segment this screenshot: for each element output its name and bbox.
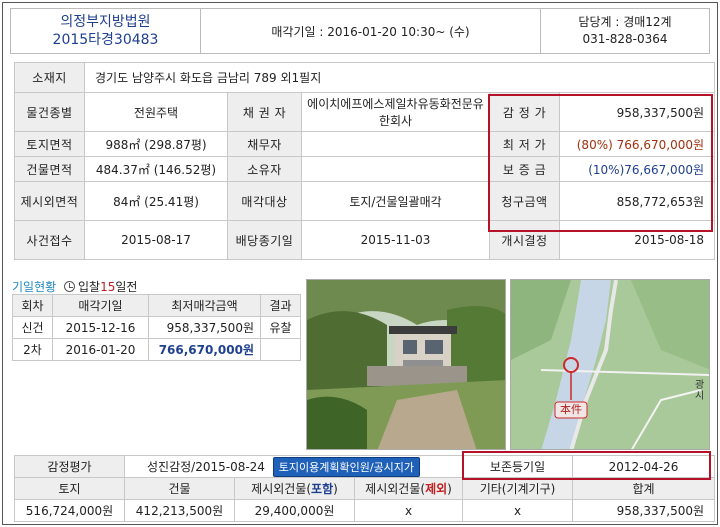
deposit-label: 보 증 금 [489,156,560,182]
value-total: 958,337,500원 [572,499,716,522]
header-land: 토지 [14,477,125,500]
history-date: 2015-12-16 [52,316,149,339]
min-price-label: 최 저 가 [489,131,560,157]
creditor-value: 에이치에프에스제일차유동화전문유한회사 [301,92,490,132]
value-building: 412,213,500원 [124,499,235,522]
appraisal-value: 958,337,500원 [558,92,716,132]
preserve-date-value: 2012-04-26 [572,455,716,478]
sale-target-value: 토지/건물일괄매각 [301,181,490,221]
min-price-percent: (80%) [576,137,613,152]
history-round: 2차 [12,338,53,361]
property-photo[interactable] [306,279,506,450]
debtor-label: 채무자 [227,131,302,157]
countdown-prefix: 입찰 [78,280,101,294]
history-round: 신건 [12,316,53,339]
history-price: 958,337,500원 [148,316,261,339]
header-extra-excluded: 제시외건물(제외) [353,477,464,500]
start-label: 개시결정 [489,220,560,260]
extra-area-label: 제시외면적 [14,181,85,221]
location-map[interactable]: 本件 광 시 [510,279,710,450]
header-building: 건물 [124,477,235,500]
history-header-round: 회차 [12,294,53,317]
extra-area-value: 84㎡ (25.41평) [84,181,228,221]
appraisal-source-cell: 성진감정/2015-08-24 토지이용계획확인원/공시지가 [123,455,464,478]
dividend-value: 2015-11-03 [301,220,490,260]
building-area-label: 건물면적 [14,156,85,182]
value-extra-included: 29,400,000원 [234,499,355,522]
court-case: 의정부지방법원 2015타경30483 [11,9,201,53]
min-price-amount: 766,670,000원 [616,137,705,152]
history-header-date: 매각기일 [52,294,149,317]
extra-included-prefix: 제시외건물( [251,482,312,496]
creditor-label: 채 권 자 [227,92,302,132]
history-heading: 기일현황 [12,280,57,294]
value-etc: x [462,499,574,522]
sale-target-label: 매각대상 [227,181,302,221]
map-side-label: 광 시 [695,380,705,402]
appraisal-label: 감 정 가 [489,92,560,132]
land-area-value: 988㎡ (298.87평) [84,131,228,157]
history-title: 기일현황 입찰15일전 [12,278,137,295]
countdown-number: 15 [100,280,116,294]
court-name: 의정부지방법원 [60,14,151,30]
appraisal-source-label: 감정평가 [14,455,125,478]
department-name: 담당계 : 경매12계 [578,15,672,29]
header-etc: 기타(기계기구) [462,477,574,500]
address-label: 소재지 [14,62,85,93]
claim-value: 858,772,653원 [558,181,716,221]
land-area-label: 토지면적 [14,131,85,157]
start-value: 2015-08-18 [558,220,716,260]
receipt-value: 2015-08-17 [84,220,228,260]
appraisal-table: 감정평가 성진감정/2015-08-24 토지이용계획확인원/공시지가 보존등기… [14,455,716,522]
header-extra-included: 제시외건물(포함) [234,477,355,500]
extra-excluded-word: 제외 [425,482,448,496]
extra-excluded-close: ) [447,482,452,496]
history-countdown: 입찰15일전 [78,280,137,294]
debtor-value [301,131,490,157]
history-date: 2016-01-20 [52,338,149,361]
value-land: 516,724,000원 [14,499,125,522]
table-row: 2차 2016-01-20 766,670,000원 [12,338,301,361]
property-details-table: 소재지 경기도 남양주시 화도읍 금남리 789 외1필지 물건종별 전원주택 … [14,62,716,260]
house-photo-image [307,280,505,449]
land-use-plan-button[interactable]: 토지이용계획확인원/공시지가 [272,456,421,477]
map-image [511,280,709,449]
countdown-suffix: 일전 [115,280,138,294]
history-result: 유찰 [260,316,301,339]
extra-included-close: ) [333,482,338,496]
history-header-result: 결과 [260,294,301,317]
department-phone: 031-828-0364 [582,32,668,46]
claim-label: 청구금액 [489,181,560,221]
building-area-value: 484.37㎡ (146.52평) [84,156,228,182]
type-label: 물건종별 [14,92,85,132]
appraisal-source-value: 성진감정/2015-08-24 [147,459,265,474]
clock-icon [64,281,75,292]
address-value: 경기도 남양주시 화도읍 금남리 789 외1필지 [83,62,716,93]
receipt-label: 사건접수 [14,220,85,260]
owner-label: 소유자 [227,156,302,182]
case-header: 의정부지방법원 2015타경30483 매각기일 : 2016-01-20 10… [10,8,710,54]
table-row: 516,724,000원 412,213,500원 29,400,000원 x … [14,499,716,522]
min-price-value: (80%) 766,670,000원 [558,131,716,157]
extra-excluded-prefix: 제시외건물( [365,482,426,496]
extra-included-word: 포함 [311,482,334,496]
history-result [260,338,301,361]
auction-date: 매각기일 : 2016-01-20 10:30~ (수) [201,9,541,53]
dividend-label: 배당종기일 [227,220,302,260]
table-row: 신건 2015-12-16 958,337,500원 유찰 [12,316,301,339]
type-value: 전원주택 [84,92,228,132]
preserve-date-label: 보존등기일 [462,455,574,478]
department: 담당계 : 경매12계 031-828-0364 [541,9,709,53]
header-total: 합계 [572,477,716,500]
subject-property-label: 本件 [560,403,582,416]
case-number: 2015타경30483 [52,32,159,48]
history-price: 766,670,000원 [148,338,261,361]
deposit-value: (10%)76,667,000원 [558,156,716,182]
value-extra-excluded: x [353,499,464,522]
history-header-price: 최저매각금액 [148,294,261,317]
auction-history-table: 회차 매각기일 최저매각금액 결과 신건 2015-12-16 958,337,… [12,294,301,361]
owner-value [301,156,490,182]
